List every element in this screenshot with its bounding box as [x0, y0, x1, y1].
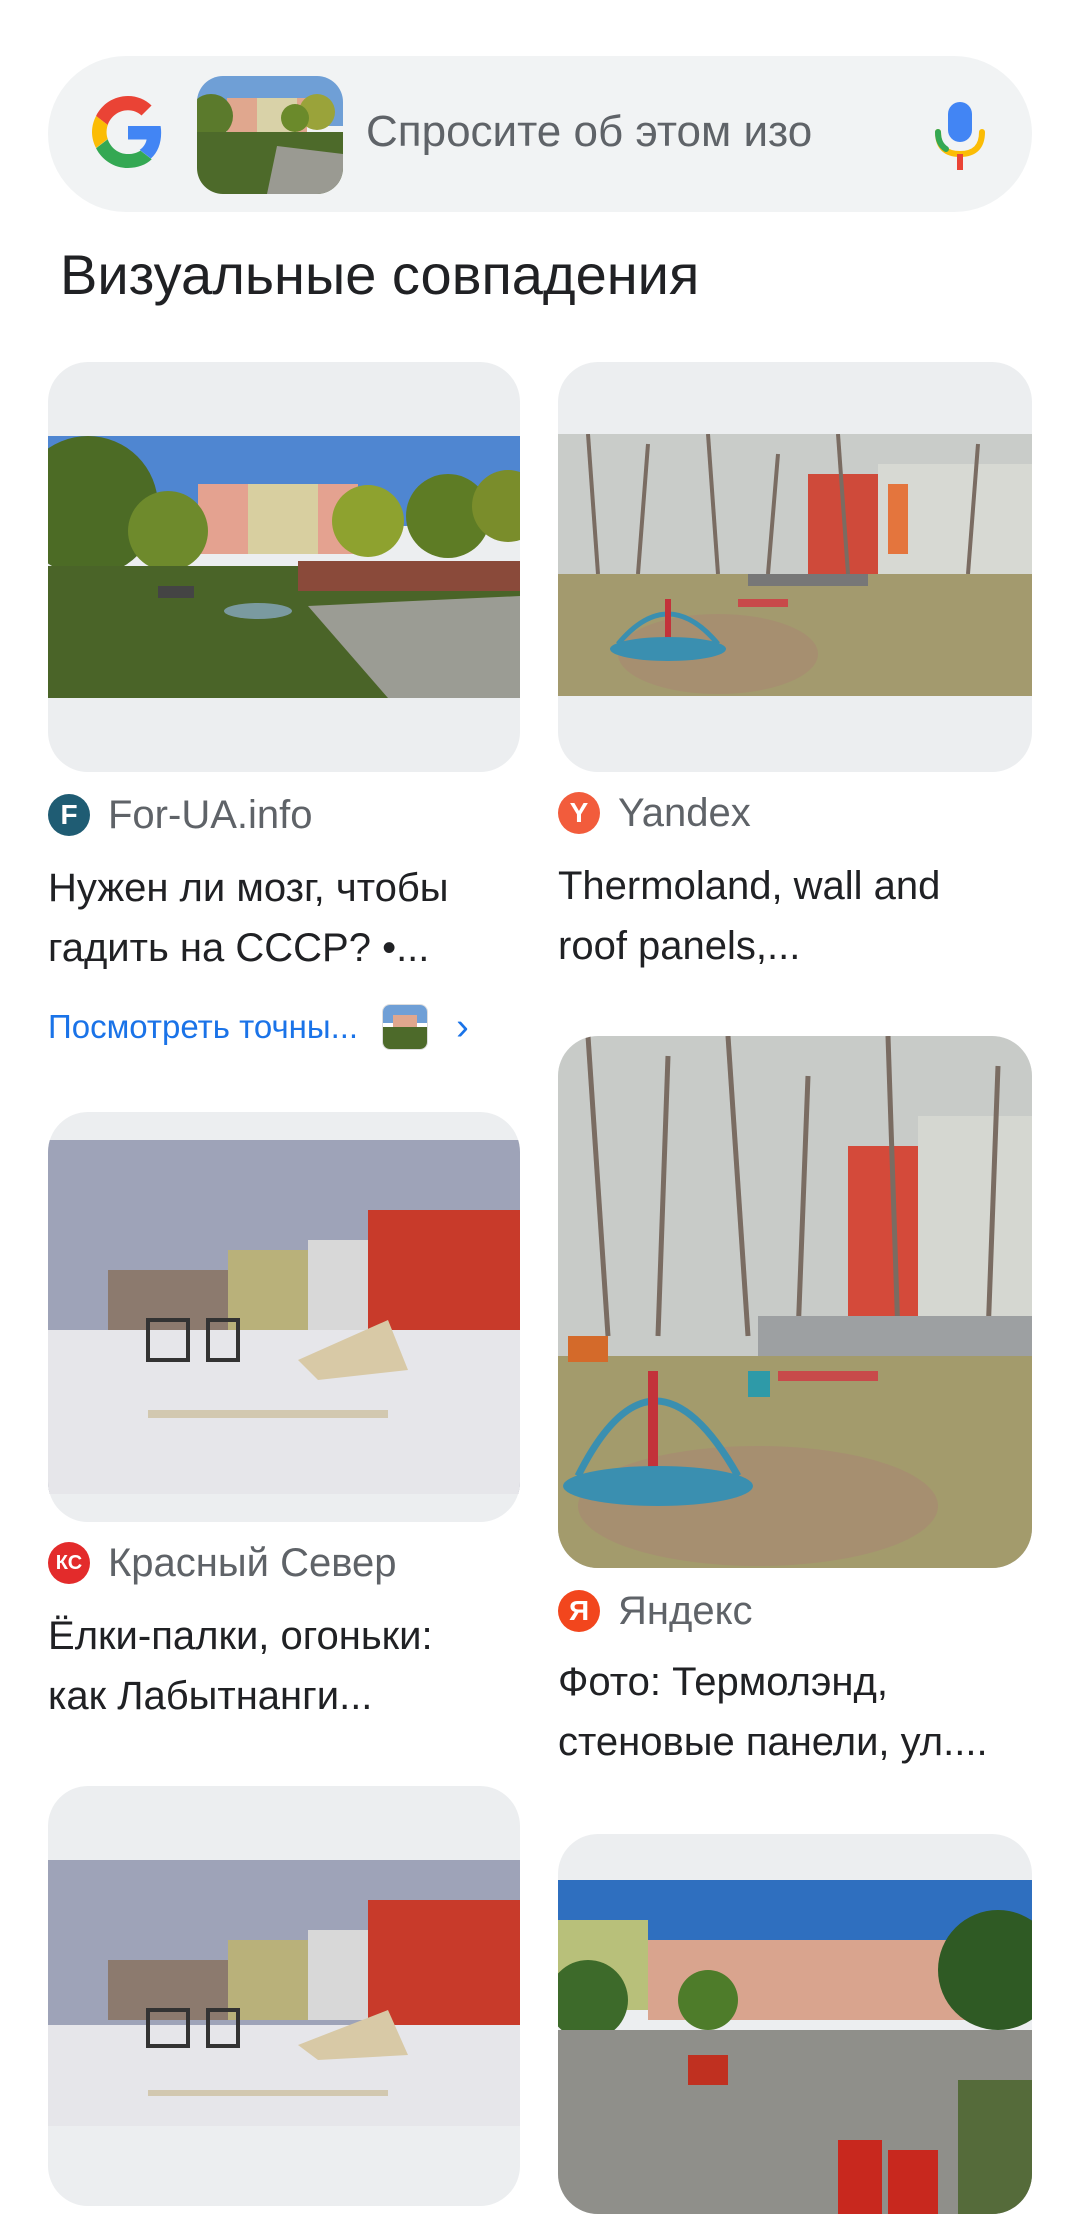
result-title-line: гадить на СССР? •...	[48, 926, 430, 970]
result-title-line: стеновые панели, ул....	[558, 1720, 988, 1764]
section-title: Визуальные совпадения	[60, 243, 700, 306]
result-image[interactable]	[558, 1036, 1032, 1568]
result-title-line: Фото: Термолэнд,	[558, 1660, 888, 1704]
result-card-image[interactable]	[48, 362, 520, 772]
google-g-icon[interactable]	[92, 96, 164, 168]
result-title[interactable]: Thermoland, wall and roof panels,...	[558, 856, 1032, 976]
source-name: Yandex	[618, 790, 751, 835]
result-title[interactable]: Фото: Термолэнд, стеновые панели, ул....	[558, 1652, 1032, 1772]
exact-match-thumbnail	[382, 1004, 429, 1050]
result-image[interactable]	[48, 1140, 520, 1494]
result-card-image[interactable]	[48, 1786, 520, 2206]
exact-matches-link[interactable]: Посмотреть точны... ›	[48, 1002, 528, 1052]
result-title-line: Ёлки-палки, огоньки:	[48, 1614, 433, 1658]
exact-matches-label: Посмотреть точны...	[48, 1008, 359, 1045]
result-title-line: Thermoland, wall and	[558, 864, 941, 908]
favicon-icon: F	[48, 794, 90, 836]
result-title[interactable]: Ёлки-палки, огоньки: как Лабытнанги...	[48, 1606, 528, 1726]
source-name: Красный Север	[108, 1540, 397, 1585]
result-source[interactable]: Я Яндекс	[558, 1586, 1032, 1636]
result-title-line: Нужен ли мозг, чтобы	[48, 866, 449, 910]
result-card-image[interactable]	[48, 1112, 520, 1522]
favicon-icon: Y	[558, 792, 600, 834]
source-name: For-UA.info	[108, 792, 313, 837]
result-card-image[interactable]	[558, 362, 1032, 772]
result-source[interactable]: F For-UA.info	[48, 790, 528, 840]
result-title-line: как Лабытнанги...	[48, 1674, 373, 1718]
result-source[interactable]: КС Красный Север	[48, 1538, 528, 1588]
microphone-icon[interactable]	[934, 100, 986, 172]
favicon-icon: КС	[48, 1542, 90, 1584]
chevron-right-icon: ›	[456, 1005, 469, 1048]
result-source[interactable]: Y Yandex	[558, 788, 1032, 838]
result-title[interactable]: Нужен ли мозг, чтобы гадить на СССР? •..…	[48, 858, 528, 978]
source-name: Яндекс	[618, 1588, 753, 1633]
search-input[interactable]: Спросите об этом изо	[366, 102, 918, 162]
search-image-thumbnail[interactable]	[197, 76, 343, 194]
result-image[interactable]	[48, 1860, 520, 2126]
result-image[interactable]	[48, 436, 520, 698]
result-card-image[interactable]	[558, 1036, 1032, 1568]
result-card-image[interactable]	[558, 1834, 1032, 2214]
search-bar[interactable]: Спросите об этом изо	[48, 56, 1032, 212]
result-image[interactable]	[558, 1880, 1032, 2214]
result-title-line: roof panels,...	[558, 924, 801, 968]
result-image[interactable]	[558, 434, 1032, 696]
favicon-icon: Я	[558, 1590, 600, 1632]
